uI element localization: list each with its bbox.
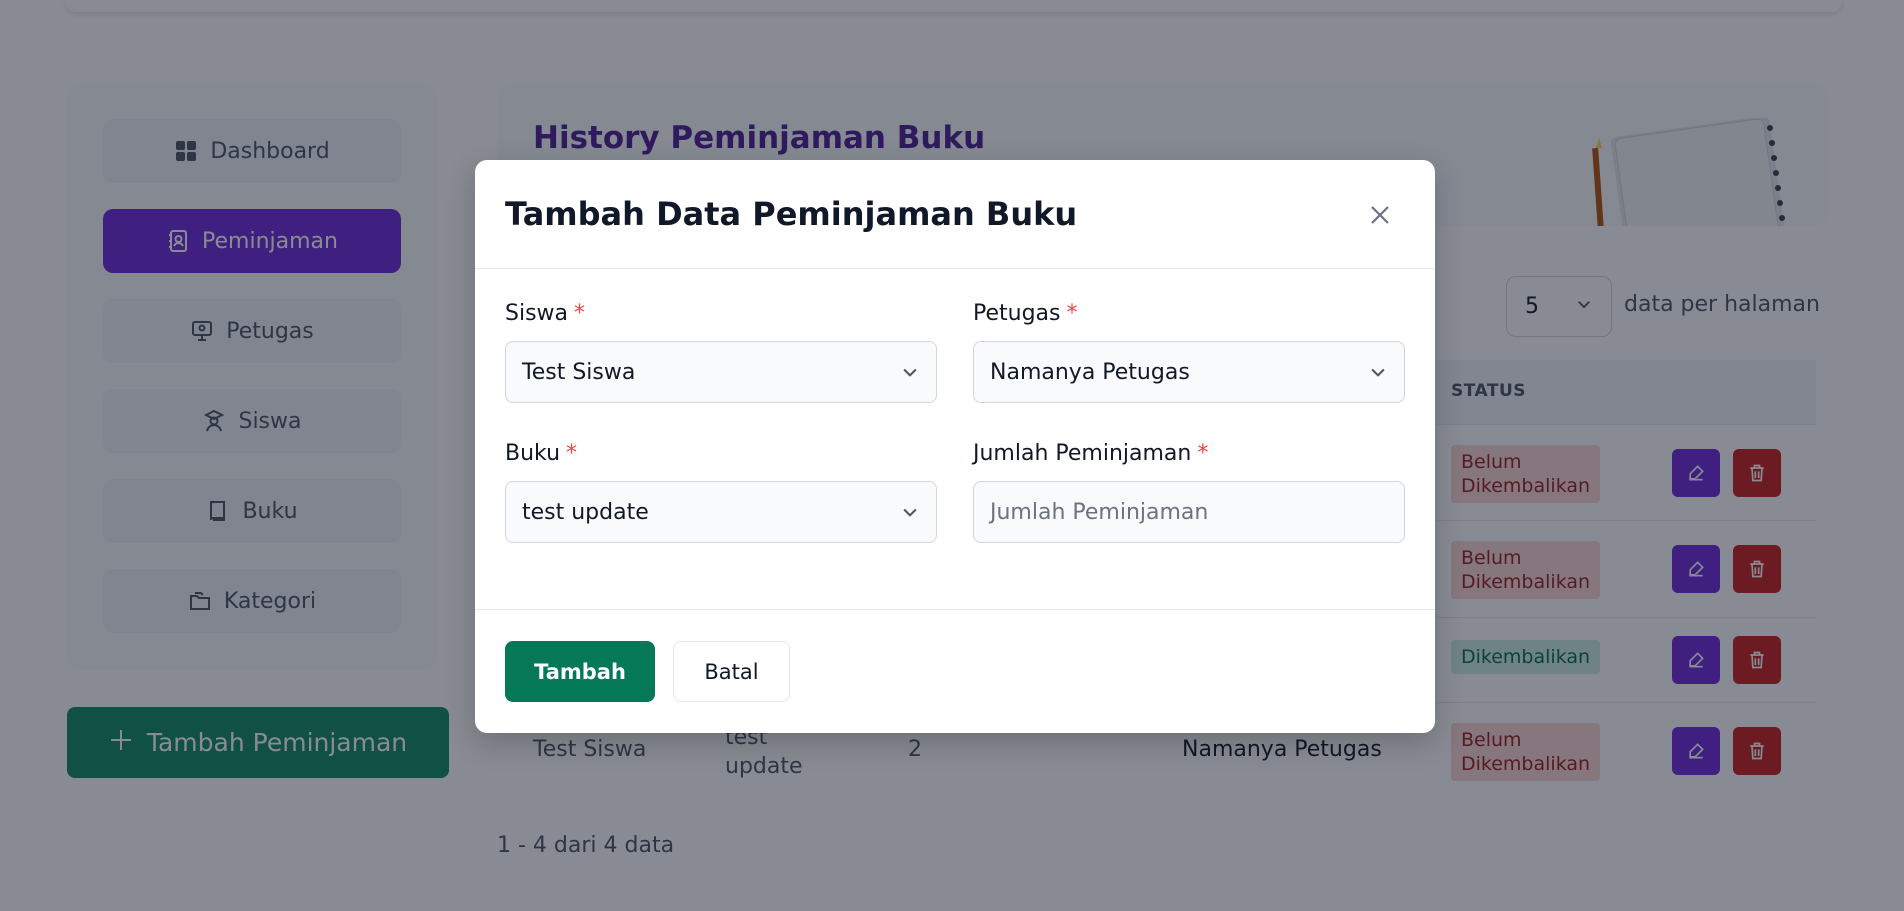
buku-select[interactable]: test update	[505, 481, 937, 543]
petugas-select-value: Namanya Petugas	[990, 359, 1190, 385]
jumlah-label: Jumlah Peminjaman *	[973, 441, 1208, 466]
close-icon	[1371, 206, 1389, 224]
siswa-label: Siswa *	[505, 301, 585, 326]
required-marker: *	[1066, 301, 1078, 326]
cancel-button[interactable]: Batal	[673, 641, 790, 702]
chevron-down-icon	[903, 368, 917, 377]
add-peminjaman-modal: Tambah Data Peminjaman Buku Siswa * Test …	[475, 160, 1435, 733]
petugas-label-text: Petugas	[973, 301, 1061, 326]
required-marker: *	[1197, 441, 1209, 466]
jumlah-peminjaman-input[interactable]: Jumlah Peminjaman	[973, 481, 1405, 543]
chevron-down-icon	[1371, 368, 1385, 377]
modal-footer: Tambah Batal	[475, 609, 1435, 733]
petugas-select[interactable]: Namanya Petugas	[973, 341, 1405, 403]
petugas-label: Petugas *	[973, 301, 1078, 326]
jumlah-placeholder: Jumlah Peminjaman	[990, 499, 1209, 525]
close-button[interactable]	[1365, 200, 1395, 230]
submit-button[interactable]: Tambah	[505, 641, 655, 702]
siswa-select-value: Test Siswa	[522, 359, 636, 385]
siswa-label-text: Siswa	[505, 301, 569, 326]
required-marker: *	[574, 301, 586, 326]
modal-header: Tambah Data Peminjaman Buku	[475, 160, 1435, 269]
jumlah-label-text: Jumlah Peminjaman	[973, 441, 1192, 466]
buku-label: Buku *	[505, 441, 577, 466]
buku-label-text: Buku	[505, 441, 561, 466]
required-marker: *	[566, 441, 578, 466]
siswa-select[interactable]: Test Siswa	[505, 341, 937, 403]
buku-select-value: test update	[522, 499, 649, 525]
modal-title: Tambah Data Peminjaman Buku	[505, 195, 1078, 233]
chevron-down-icon	[903, 508, 917, 517]
